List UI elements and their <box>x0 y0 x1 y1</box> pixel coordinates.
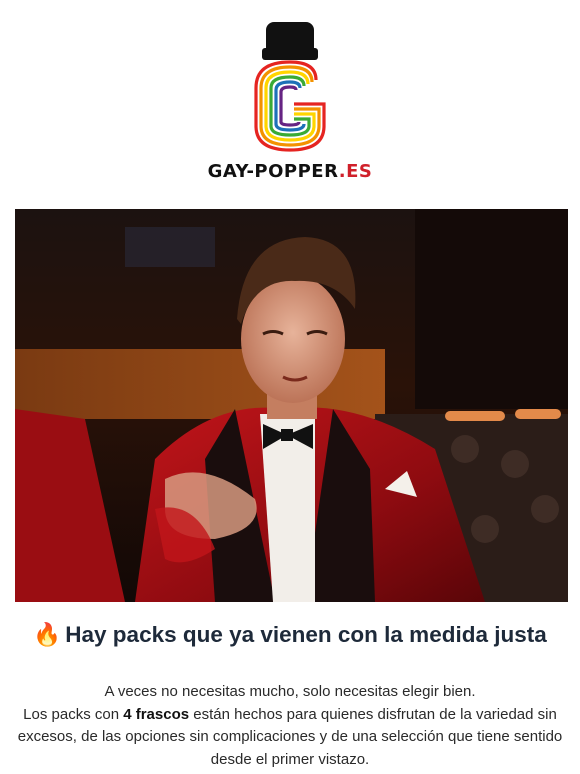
brand-tld-text: .ES <box>338 161 373 182</box>
body-line-2-prefix: Los packs con <box>23 705 124 723</box>
fire-icon: 🔥 <box>33 622 62 647</box>
header-logo[interactable]: GAY-POPPER.ES <box>0 18 580 188</box>
brand-wordmark: GAY-POPPER.ES <box>0 161 580 182</box>
hero-illustration <box>15 209 568 602</box>
brand-main-text: GAY-POPPER <box>207 161 339 182</box>
headline: 🔥 Hay packs que ya vienen con la medida j… <box>0 622 580 648</box>
body-line-2-bold: 4 frascos <box>123 705 190 723</box>
popper-bottle-logo-icon <box>254 22 326 152</box>
body-line-2: Los packs con 4 frascos están hechos par… <box>14 704 566 772</box>
hero-image[interactable] <box>15 209 568 602</box>
body-paragraph: A veces no necesitas mucho, solo necesit… <box>14 681 566 771</box>
headline-text: Hay packs que ya vienen con la medida ju… <box>65 622 547 647</box>
body-line-1: A veces no necesitas mucho, solo necesit… <box>104 683 476 700</box>
